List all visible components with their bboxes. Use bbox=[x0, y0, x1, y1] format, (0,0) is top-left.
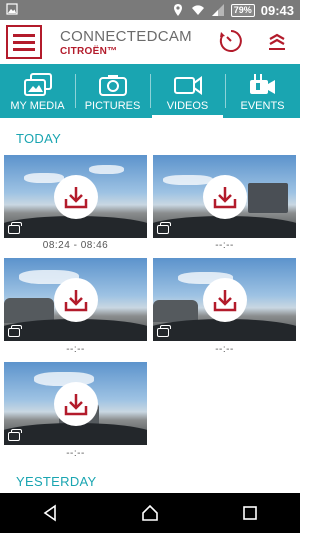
download-button[interactable] bbox=[53, 381, 98, 426]
hamburger-icon-line bbox=[13, 40, 35, 44]
video-time-range: --:-- bbox=[66, 344, 85, 355]
tab-label: VIDEOS bbox=[166, 100, 209, 112]
location-icon bbox=[173, 4, 182, 16]
building-shape bbox=[248, 183, 288, 213]
video-time-range: --:-- bbox=[66, 448, 85, 459]
dashboard-shape bbox=[4, 216, 147, 238]
download-button[interactable] bbox=[53, 277, 98, 322]
section-title-yesterday: YESTERDAY bbox=[16, 474, 97, 489]
download-icon bbox=[64, 393, 87, 415]
media-tabs: MY MEDIA PICTURES VIDEOS EVENTS bbox=[0, 64, 300, 118]
tab-pictures[interactable]: PICTURES bbox=[75, 64, 150, 118]
video-badge-icon bbox=[157, 222, 171, 234]
cloud-shape bbox=[89, 165, 124, 174]
status-time: 09:43 bbox=[260, 2, 294, 18]
app-screen: 79% 09:43 CONNECTEDCAM CITROËN™ MY MEDIA… bbox=[0, 0, 300, 533]
app-header: CONNECTEDCAM CITROËN™ bbox=[0, 20, 300, 64]
download-button[interactable] bbox=[202, 174, 247, 219]
cloud-shape bbox=[163, 175, 213, 185]
dashboard-shape bbox=[153, 319, 296, 341]
video-badge-icon bbox=[8, 222, 22, 234]
tab-my-media[interactable]: MY MEDIA bbox=[0, 64, 75, 118]
signal-icon bbox=[211, 4, 224, 16]
my-media-icon bbox=[23, 73, 52, 96]
system-navigation-bar bbox=[0, 493, 300, 533]
wifi-icon bbox=[191, 5, 204, 15]
download-icon bbox=[213, 289, 236, 311]
car-shape bbox=[153, 300, 198, 322]
video-badge-icon bbox=[157, 325, 171, 337]
video-thumbnail[interactable] bbox=[4, 258, 147, 341]
camera-icon bbox=[98, 75, 127, 96]
tab-label: MY MEDIA bbox=[10, 100, 65, 112]
app-title: CONNECTEDCAM bbox=[60, 28, 192, 45]
download-button[interactable] bbox=[202, 277, 247, 322]
citroen-logo-icon bbox=[269, 33, 285, 50]
home-icon bbox=[142, 504, 158, 521]
battery-indicator: 79% bbox=[230, 3, 255, 17]
menu-button[interactable] bbox=[6, 25, 42, 59]
tab-videos[interactable]: VIDEOS bbox=[150, 64, 225, 118]
event-video-icon bbox=[249, 74, 275, 94]
dashboard-shape bbox=[153, 216, 296, 238]
tab-label: PICTURES bbox=[84, 100, 141, 112]
recents-icon bbox=[243, 506, 257, 520]
video-thumbnail[interactable] bbox=[153, 258, 296, 341]
video-time-range: 08:24 - 08:46 bbox=[42, 240, 109, 251]
tab-events[interactable]: EVENTS bbox=[225, 64, 300, 118]
download-icon bbox=[213, 186, 236, 208]
video-camera-icon bbox=[173, 76, 202, 95]
hamburger-icon-line bbox=[13, 47, 35, 51]
tab-label: EVENTS bbox=[240, 100, 285, 112]
dashboard-shape bbox=[4, 423, 147, 445]
hamburger-icon bbox=[13, 33, 35, 37]
dashboard-shape bbox=[4, 319, 147, 341]
app-brand-subtitle: CITROËN™ bbox=[60, 46, 118, 57]
image-notification-icon bbox=[6, 3, 18, 15]
back-button[interactable] bbox=[30, 493, 70, 533]
back-icon bbox=[43, 504, 56, 522]
video-time-range: --:-- bbox=[215, 344, 234, 355]
section-title-today: TODAY bbox=[16, 131, 62, 146]
video-thumbnail[interactable] bbox=[4, 362, 147, 445]
timer-icon[interactable] bbox=[218, 28, 244, 54]
video-thumbnail[interactable] bbox=[4, 155, 147, 238]
video-badge-icon bbox=[8, 429, 22, 441]
recents-button[interactable] bbox=[230, 493, 270, 533]
video-time-range: --:-- bbox=[215, 240, 234, 251]
video-badge-icon bbox=[8, 325, 22, 337]
battery-level: 79% bbox=[233, 4, 252, 15]
home-button[interactable] bbox=[130, 493, 170, 533]
cloud-shape bbox=[24, 173, 64, 183]
download-icon bbox=[64, 186, 87, 208]
download-button[interactable] bbox=[53, 174, 98, 219]
video-thumbnail[interactable] bbox=[153, 155, 296, 238]
download-icon bbox=[64, 289, 87, 311]
status-bar: 79% 09:43 bbox=[0, 0, 300, 20]
